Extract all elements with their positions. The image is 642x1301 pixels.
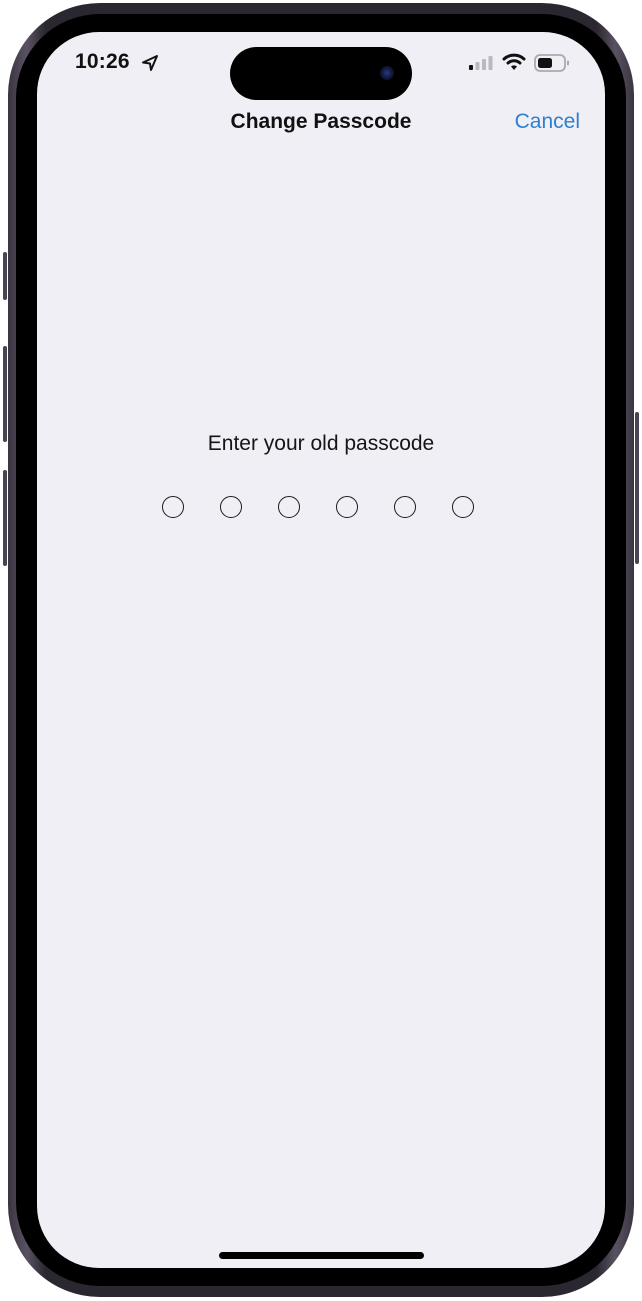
passcode-dot <box>162 496 184 518</box>
location-arrow-icon <box>142 55 158 71</box>
passcode-dot <box>336 496 358 518</box>
passcode-dot <box>220 496 242 518</box>
wifi-icon <box>502 53 526 70</box>
cancel-button[interactable]: Cancel <box>515 110 580 134</box>
volume-down-button <box>3 470 7 566</box>
power-button <box>635 412 639 564</box>
passcode-dot <box>394 496 416 518</box>
battery-icon <box>534 54 569 72</box>
home-indicator[interactable] <box>219 1252 424 1259</box>
volume-up-button <box>3 346 7 442</box>
action-button <box>3 252 7 300</box>
dynamic-island <box>230 47 412 100</box>
passcode-dot <box>452 496 474 518</box>
status-time: 10:26 <box>75 50 130 73</box>
camera-icon <box>380 66 394 80</box>
passcode-dot <box>278 496 300 518</box>
cellular-signal-icon <box>469 56 493 70</box>
passcode-prompt: Enter your old passcode <box>207 432 435 455</box>
screen: 10:26 Change Passcode Cancel Enter your … <box>37 32 605 1268</box>
passcode-dots[interactable] <box>162 496 482 524</box>
